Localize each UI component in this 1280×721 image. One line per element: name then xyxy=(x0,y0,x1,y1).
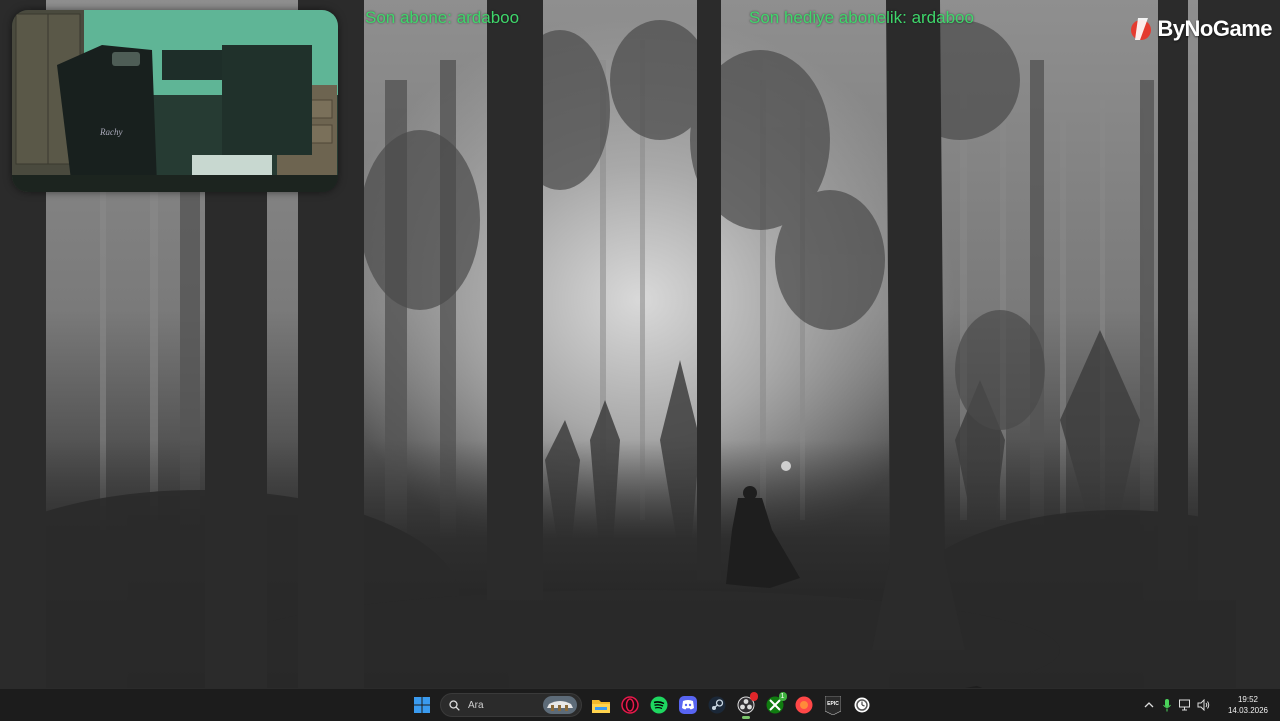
taskbar-ea-app[interactable] xyxy=(792,691,816,719)
search-highlight-icon xyxy=(543,696,577,714)
tray-network[interactable] xyxy=(1176,691,1194,719)
taskbar-clock[interactable]: 19:52 14.03.2026 xyxy=(1216,694,1280,716)
start-button[interactable] xyxy=(410,691,434,719)
webcam-feed: Rachy xyxy=(12,10,338,192)
webcam-chair-text: Rachy xyxy=(99,127,123,137)
last-gift-sub-label: Son hediye abonelik: ardaboo xyxy=(749,8,974,27)
taskbar-opera-gx[interactable] xyxy=(618,691,642,719)
discord-icon xyxy=(678,696,697,714)
chevron-up-icon xyxy=(1144,702,1154,708)
taskbar-spotify[interactable] xyxy=(647,691,671,719)
taskbar-xbox[interactable]: 1 xyxy=(763,691,787,719)
taskbar-steam[interactable] xyxy=(705,691,729,719)
last-subscriber-label: Son abone: ardaboo xyxy=(365,8,520,27)
search-placeholder: Ara xyxy=(468,699,484,711)
brand-name: ByNoGame xyxy=(1157,16,1272,41)
taskbar-apps: Ara 1 EPIC xyxy=(407,691,876,719)
network-icon xyxy=(1178,699,1190,711)
bynogame-logo-icon xyxy=(1131,18,1152,40)
tray-microphone[interactable] xyxy=(1158,691,1176,719)
taskbar-discord[interactable] xyxy=(676,691,700,719)
epic-games-logo-text: EPIC xyxy=(827,701,839,707)
taskbar-obs[interactable] xyxy=(734,691,758,719)
tray-volume[interactable] xyxy=(1194,691,1212,719)
steam-icon xyxy=(708,696,725,714)
epic-games-icon: EPIC xyxy=(824,695,841,715)
taskbar: Ara 1 EPIC 19:52 14.03.2026 xyxy=(0,688,1280,721)
file-explorer-icon xyxy=(591,699,610,713)
tray-overflow-button[interactable] xyxy=(1140,691,1158,719)
taskbar-epic-games[interactable]: EPIC xyxy=(821,691,845,719)
brand-logo: ByNoGame xyxy=(1130,16,1272,42)
taskbar-clock-app[interactable] xyxy=(850,691,874,719)
taskbar-search-box[interactable]: Ara xyxy=(440,693,582,717)
taskbar-file-explorer[interactable] xyxy=(589,691,613,719)
opera-gx-icon xyxy=(620,696,639,714)
clock-time: 19:52 xyxy=(1237,695,1259,704)
system-tray: 19:52 14.03.2026 xyxy=(1140,689,1280,721)
microphone-icon xyxy=(1163,698,1171,711)
ea-app-icon xyxy=(795,696,812,714)
xbox-badge: 1 xyxy=(778,692,787,701)
clock-app-icon xyxy=(854,697,869,713)
search-icon xyxy=(449,699,460,711)
volume-icon xyxy=(1197,699,1209,711)
spotify-icon xyxy=(650,696,667,714)
clock-date: 14.03.2026 xyxy=(1227,706,1269,715)
windows-logo-icon xyxy=(413,697,430,713)
obs-badge xyxy=(749,692,758,701)
